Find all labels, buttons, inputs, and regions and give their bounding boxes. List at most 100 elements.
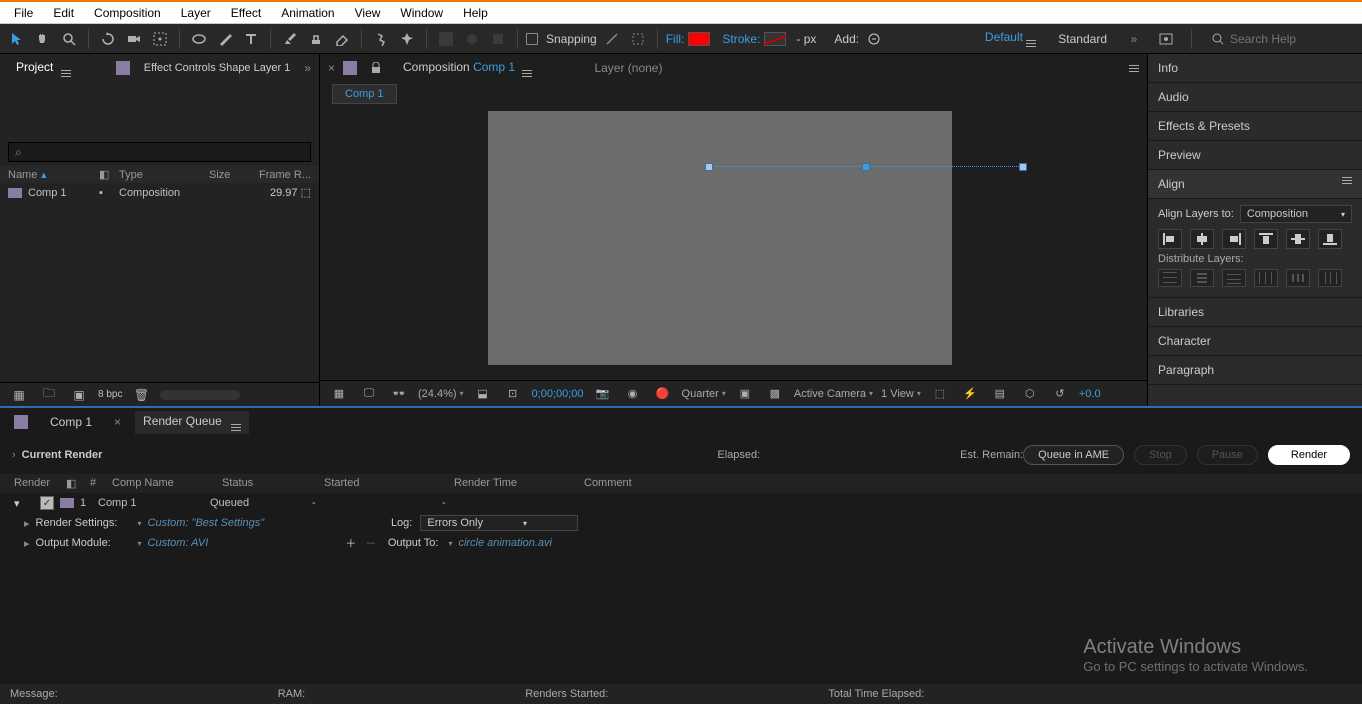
stop-button[interactable]: Stop [1134,445,1187,465]
safe-zones-icon[interactable]: ⊡ [502,383,524,405]
rs-dropdown-icon[interactable]: ▾ [138,519,142,528]
output-module-value[interactable]: Custom: AVI [148,537,209,549]
output-to-value[interactable]: circle animation.avi [458,537,552,549]
render-settings-value[interactable]: Custom: "Best Settings" [148,517,265,529]
clone-tool-icon[interactable] [305,28,327,50]
align-to-dropdown[interactable]: Composition▾ [1240,205,1352,223]
search-input[interactable] [1230,32,1350,46]
resolution-dropdown[interactable]: Quarter▾ [682,388,726,400]
menu-animation[interactable]: Animation [271,4,344,22]
text-tool-icon[interactable] [240,28,262,50]
panel-overflow-icon[interactable]: » [304,61,311,75]
hdr-framerate[interactable]: Frame R... [259,169,311,181]
shape-selection[interactable] [709,166,1023,167]
panel-menu-icon[interactable] [1129,65,1139,72]
dist-left-icon[interactable] [1254,269,1278,287]
display-icon[interactable]: 🖵 [358,383,380,405]
mode-icon-2[interactable] [461,28,483,50]
composition-tab[interactable]: Composition Comp 1 [395,57,540,80]
panel-character[interactable]: Character [1148,327,1362,356]
align-hcenter-icon[interactable] [1190,229,1214,249]
layer-tab[interactable]: Layer (none) [586,58,670,78]
current-toggle-icon[interactable]: › [12,449,16,461]
camera-tool-icon[interactable] [123,28,145,50]
render-item-row[interactable]: ▾ ✓ 1 Comp 1 Queued - - [0,493,1362,513]
mode-icon-1[interactable] [435,28,457,50]
bpc-label[interactable]: 8 bpc [98,389,122,400]
panel-info[interactable]: Info [1148,54,1362,83]
queue-in-ame-button[interactable]: Queue in AME [1023,445,1124,465]
snap-box-icon[interactable] [627,28,649,50]
sync-icon[interactable] [1155,28,1177,50]
hand-tool-icon[interactable] [32,28,54,50]
exposure-value[interactable]: +0.0 [1079,388,1101,400]
views-dropdown[interactable]: 1 View▾ [881,388,921,400]
hdr-type[interactable]: Type [119,169,209,181]
flowchart-icon[interactable]: ⬡ [1019,383,1041,405]
puppet-tool-icon[interactable] [396,28,418,50]
remove-output-icon[interactable]: － [364,535,378,551]
shape-tool-icon[interactable] [188,28,210,50]
layout-dropdown[interactable]: Standard [1052,32,1113,46]
menu-layer[interactable]: Layer [171,4,221,22]
camera-dropdown[interactable]: Active Camera▾ [794,388,873,400]
rotate-tool-icon[interactable] [97,28,119,50]
mask-icon[interactable]: 👓 [388,383,410,405]
menu-window[interactable]: Window [390,4,453,22]
project-search[interactable]: ⌕ [8,142,311,162]
res-full-icon[interactable]: ⬓ [472,383,494,405]
ot-dropdown-icon[interactable]: ▾ [448,539,452,548]
om-dropdown-icon[interactable]: ▾ [138,539,142,548]
fill-swatch[interactable] [688,32,710,46]
pixel-aspect-icon[interactable]: ⬚ [929,383,951,405]
selection-handle-right[interactable] [1019,163,1027,171]
menu-help[interactable]: Help [453,4,498,22]
expand-icon[interactable]: ▾ [14,497,24,510]
delete-icon[interactable]: 🗑 [130,384,152,406]
workspace-dropdown[interactable]: Default [979,30,1042,47]
panel-audio[interactable]: Audio [1148,83,1362,112]
lock-icon[interactable] [365,57,387,79]
render-tab-close-icon[interactable]: × [114,415,121,429]
render-tab-comp[interactable]: Comp 1 [42,412,100,432]
snapping-checkbox[interactable] [526,33,538,45]
reset-exposure-icon[interactable]: ↺ [1049,383,1071,405]
grid-icon[interactable]: ▦ [328,383,350,405]
effect-controls-tab[interactable]: Effect Controls Shape Layer 1 [136,59,299,77]
zoom-tool-icon[interactable] [58,28,80,50]
selection-handle-left[interactable] [705,163,713,171]
render-checkbox[interactable]: ✓ [40,496,54,510]
row-expand-1-icon[interactable]: ▸ [24,517,30,530]
panel-libraries[interactable]: Libraries [1148,298,1362,327]
align-vcenter-icon[interactable] [1286,229,1310,249]
menu-composition[interactable]: Composition [84,4,171,22]
stroke-px[interactable]: - px [796,32,816,46]
project-tab[interactable]: Project [8,57,79,80]
close-panel-icon[interactable]: × [328,61,335,75]
composition-canvas[interactable] [488,111,952,365]
align-bottom-icon[interactable] [1318,229,1342,249]
brush-tool-icon[interactable] [279,28,301,50]
add-output-icon[interactable]: ＋ [344,535,358,551]
pause-button[interactable]: Pause [1197,445,1258,465]
menu-edit[interactable]: Edit [43,4,84,22]
fast-preview-icon[interactable]: ⚡ [959,383,981,405]
menu-effect[interactable]: Effect [221,4,271,22]
timeline-icon[interactable]: ▤ [989,383,1011,405]
snapshot-icon[interactable]: 📷 [592,383,614,405]
selection-handle-center[interactable] [862,163,870,171]
project-item-row[interactable]: Comp 1 ▪ Composition 29.97 ⬚ [0,183,319,202]
overflow-icon[interactable]: » [1123,28,1145,50]
log-dropdown[interactable]: Errors Only▾ [420,515,578,531]
panel-preview[interactable]: Preview [1148,141,1362,170]
panel-align-header[interactable]: Align [1148,170,1362,199]
search-help[interactable] [1206,32,1356,46]
new-comp-icon[interactable]: ▣ [68,384,90,406]
label-swatch[interactable]: ▪ [99,187,119,199]
anchor-tool-icon[interactable] [149,28,171,50]
dist-right-icon[interactable] [1318,269,1342,287]
zoom-dropdown[interactable]: (24.4%)▾ [418,388,464,400]
channels-icon[interactable]: 🔴 [652,383,674,405]
panel-paragraph[interactable]: Paragraph [1148,356,1362,385]
dist-bottom-icon[interactable] [1222,269,1246,287]
